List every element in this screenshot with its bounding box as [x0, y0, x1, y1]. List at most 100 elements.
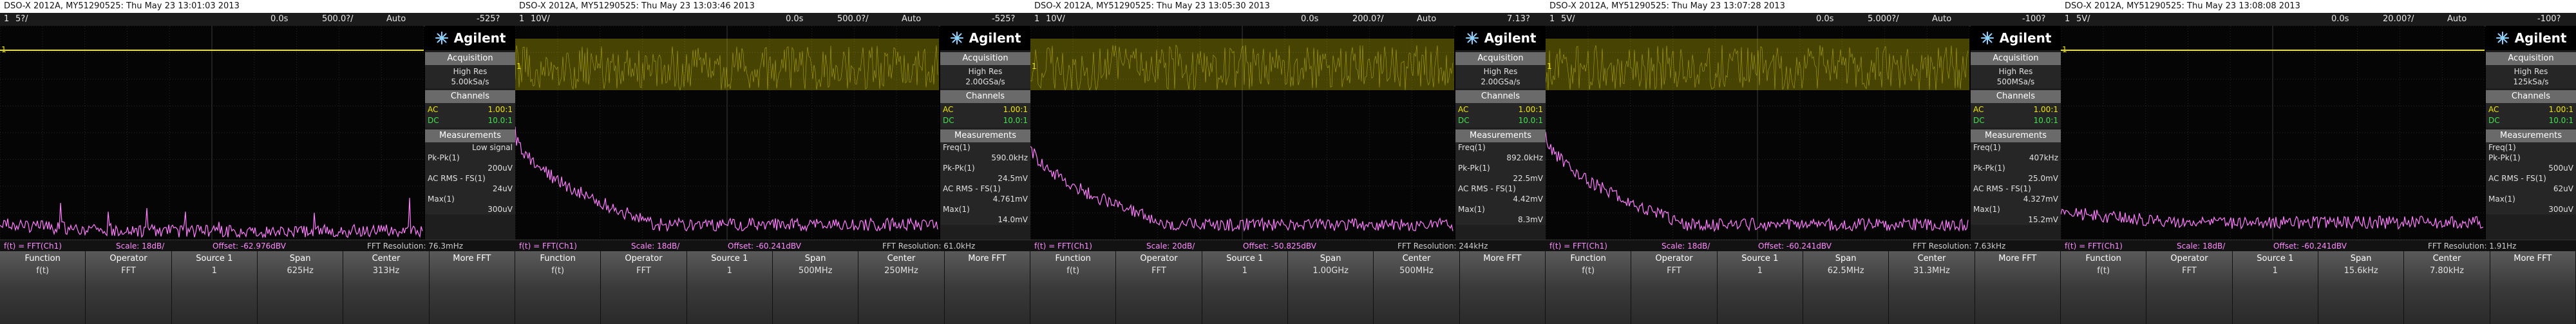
softkey-more-fft[interactable]: More FFT	[944, 251, 1030, 324]
status-chan: 1	[519, 14, 525, 24]
softkey-label: Span	[289, 254, 311, 263]
fft-scale: Scale: 18dB/	[2177, 242, 2226, 251]
softkey-span[interactable]: Span 500MHz	[772, 251, 859, 324]
softkey-more-fft[interactable]: More FFT	[1975, 251, 2061, 324]
channels-header: Channels	[1971, 90, 2061, 103]
acquisition-info: High Res 2.00GSa/s	[940, 65, 1030, 88]
softkey-operator[interactable]: Operator FFT	[601, 251, 687, 324]
softkey-center[interactable]: Center 500MHz	[1374, 251, 1460, 324]
measurement-value: 300uV	[488, 205, 513, 214]
softkey-source-1[interactable]: Source 1 1	[1717, 251, 1803, 324]
softkey-label: More FFT	[968, 254, 1007, 263]
channel-2-row[interactable]: DC 10.0:1	[943, 115, 1028, 126]
channel-coupling: DC	[2488, 116, 2500, 125]
waveform-display	[1546, 25, 1970, 240]
measurement-value: 590.0kHz	[991, 153, 1028, 162]
measurements-header: Measurements	[1971, 129, 2061, 142]
softkey-span[interactable]: Span 625Hz	[257, 251, 344, 324]
softkey-more-fft[interactable]: More FFT	[2490, 251, 2576, 324]
scope-screenshot-panel: DSO-X 2012A, MY51290525: Thu May 23 13:0…	[1546, 0, 2061, 324]
acquisition-rate: 500MSa/s	[1996, 77, 2035, 86]
softkey-label: Operator	[625, 254, 663, 263]
measurement-name: Max(1)	[1458, 205, 1485, 214]
measurement-name: AC RMS - FS(1)	[428, 174, 486, 183]
scope-status-bar: 1 10V/0.0s 500.0?/ Auto -525?	[515, 13, 1030, 26]
waveform-graticule: 1	[515, 25, 940, 240]
softkey-label: Center	[1402, 254, 1431, 263]
softkey-label: Operator	[2170, 254, 2208, 263]
softkey-span[interactable]: Span 62.5MHz	[1803, 251, 1889, 324]
channel-probe: 10.0:1	[488, 116, 513, 125]
screenshot-strip: DSO-X 2012A, MY51290525: Thu May 23 13:0…	[0, 0, 2576, 324]
softkey-function[interactable]: Function f(t)	[515, 251, 601, 324]
channel-1-row[interactable]: AC 1.00:1	[943, 104, 1028, 115]
measurement-value: 62uV	[2553, 184, 2573, 193]
softkey-center[interactable]: Center 250MHz	[858, 251, 945, 324]
info-side-panel: Agilent Acquisition High Res 500MSa/s Channe…	[1971, 26, 2061, 240]
softkey-source-1[interactable]: Source 1 1	[2232, 251, 2318, 324]
softkey-source-1[interactable]: Source 1 1	[171, 251, 258, 324]
softkey-label: Span	[804, 254, 826, 263]
ch1-envelope	[515, 39, 939, 90]
fft-ch: f(t) = FFT(Ch1)	[1549, 242, 1607, 251]
softkey-center[interactable]: Center 7.80kHz	[2404, 251, 2490, 324]
softkey-value: 1	[2272, 266, 2278, 276]
softkey-function[interactable]: Function f(t)	[0, 251, 86, 324]
softkey-value: FFT	[2182, 266, 2197, 276]
softkey-value: 1.00GHz	[1312, 266, 1349, 276]
measurement-name: Freq(1)	[1973, 143, 2001, 152]
channel-2-row[interactable]: DC 10.0:1	[1973, 115, 2058, 126]
channel-1-row[interactable]: AC 1.00:1	[1458, 104, 1543, 115]
status-mode: Auto	[2447, 14, 2467, 24]
channel-1-row[interactable]: AC 1.00:1	[428, 104, 513, 115]
softkey-label: Center	[1917, 254, 1946, 263]
agilent-spark-icon	[435, 32, 448, 44]
softkey-source-1[interactable]: Source 1 1	[687, 251, 773, 324]
softkey-label: Function	[540, 254, 576, 263]
channel-2-row[interactable]: DC 10.0:1	[428, 115, 513, 126]
channel-coupling: AC	[1458, 105, 1469, 114]
acquisition-rate: 2.00GSa/s	[965, 77, 1005, 86]
softkey-more-fft[interactable]: More FFT	[1459, 251, 1546, 324]
acquisition-header: Acquisition	[425, 52, 515, 65]
softkey-operator[interactable]: Operator FFT	[2146, 251, 2233, 324]
softkey-function[interactable]: Function f(t)	[1030, 251, 1117, 324]
softkey-span[interactable]: Span 15.6kHz	[2318, 251, 2405, 324]
measurement-value: 24.5mV	[998, 174, 1028, 183]
ch1-ground-marker: 1	[1547, 62, 1552, 71]
channels-info: AC 1.00:1 DC 10.0:1	[940, 103, 1030, 128]
softkey-value: FFT	[636, 266, 651, 276]
softkey-value: FFT	[1667, 266, 1681, 276]
scope-status-bar: 1 5?/ 0.0s 500.0?/ Auto -525?	[0, 13, 515, 26]
channel-2-row[interactable]: DC 10.0:1	[1458, 115, 1543, 126]
channel-coupling: AC	[1973, 105, 1984, 114]
softkey-operator[interactable]: Operator FFT	[1631, 251, 1718, 324]
screenshot-caption: DSO-X 2012A, MY51290525: Thu May 23 13:0…	[1546, 0, 2061, 13]
softkey-more-fft[interactable]: More FFT	[429, 251, 515, 324]
softkey-center[interactable]: Center 31.3MHz	[1889, 251, 1975, 324]
channel-probe: 10.0:1	[2548, 116, 2573, 125]
measurement-value: 500uV	[2548, 164, 2573, 173]
measurement-name: Pk-Pk(1)	[2488, 153, 2521, 162]
channel-2-row[interactable]: DC 10.0:1	[2488, 115, 2573, 126]
status-mode: Auto	[902, 14, 922, 24]
brand-name: Agilent	[1999, 30, 2052, 46]
channel-1-row[interactable]: AC 1.00:1	[2488, 104, 2573, 115]
softkey-function[interactable]: Function f(t)	[2061, 251, 2147, 324]
softkey-center[interactable]: Center 313Hz	[343, 251, 430, 324]
fft-res: FFT Resolution: 76.3mHz	[367, 242, 464, 251]
measurement-name: AC RMS - FS(1)	[943, 184, 1001, 193]
softkey-value: 250MHz	[884, 266, 918, 276]
softkey-operator[interactable]: Operator FFT	[1116, 251, 1202, 324]
channel-coupling: DC	[1458, 116, 1470, 125]
softkey-operator[interactable]: Operator FFT	[86, 251, 172, 324]
softkey-span[interactable]: Span 1.00GHz	[1287, 251, 1374, 324]
channel-1-row[interactable]: AC 1.00:1	[1973, 104, 2058, 115]
fft-trace	[515, 126, 938, 233]
softkey-function[interactable]: Function f(t)	[1546, 251, 1632, 324]
status-tdiv: 5.000?/	[1868, 14, 1899, 24]
softkey-label: Source 1	[2257, 254, 2294, 263]
softkey-source-1[interactable]: Source 1 1	[1202, 251, 1288, 324]
softkey-value: FFT	[1151, 266, 1166, 276]
measurement-value: 300uV	[2548, 205, 2573, 214]
